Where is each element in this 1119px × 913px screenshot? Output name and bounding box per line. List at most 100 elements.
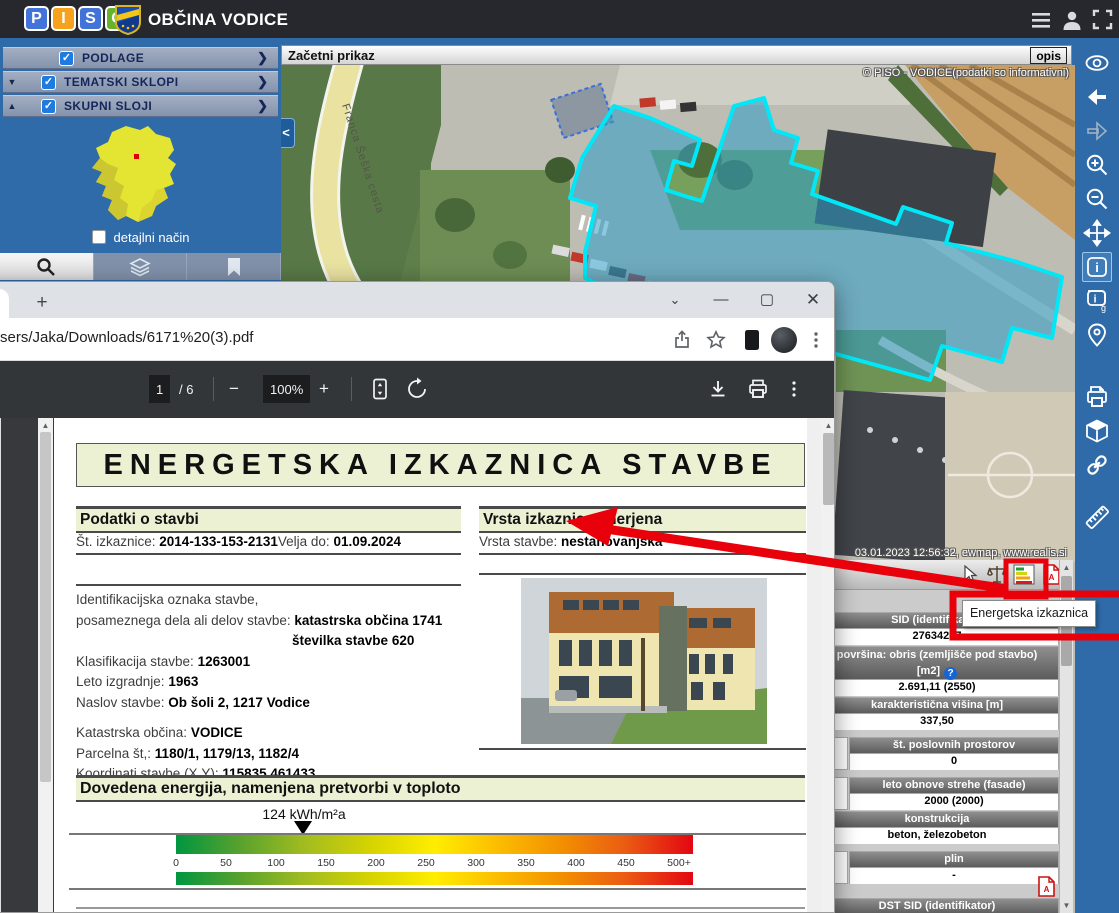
menu-icon[interactable] (1030, 10, 1052, 35)
opis-button[interactable]: opis (1030, 47, 1067, 64)
energy-value-label: 124 kWh/m²a (229, 806, 379, 822)
field-label: plin (849, 851, 1059, 868)
measure-ruler-icon[interactable] (1082, 502, 1112, 532)
rotate-icon[interactable] (405, 375, 429, 403)
share-link-icon[interactable] (1082, 450, 1112, 480)
url-text[interactable]: sers/Jaka/Downloads/6171%20(3).pdf (0, 329, 253, 346)
building-id-block: Identifikacijska oznaka stavbe, posamezn… (76, 590, 476, 785)
user-icon[interactable] (1060, 8, 1084, 37)
tab-bookmark[interactable] (187, 253, 281, 280)
zoom-in-button[interactable]: + (319, 375, 329, 403)
scroll-down-arrow[interactable]: ▼ (1060, 901, 1073, 910)
energy-certificate-icon[interactable] (1013, 564, 1035, 590)
location-pin-icon[interactable] (1082, 320, 1112, 350)
page-count-label: / 6 (179, 375, 193, 403)
3d-view-icon[interactable] (1082, 416, 1112, 446)
svg-text:A: A (1044, 885, 1050, 894)
bookmark-star-icon[interactable] (703, 327, 729, 353)
field-value: 2.691,11 (2550) (815, 680, 1059, 696)
next-view-icon[interactable] (1082, 116, 1112, 146)
app-title: OBČINA VODICE (148, 10, 288, 30)
scrollbar-thumb[interactable] (40, 432, 51, 782)
svg-text:i: i (1095, 260, 1099, 275)
print-map-icon[interactable] (1082, 382, 1112, 412)
detail-mode-label: detajlni način (114, 230, 190, 245)
chevron-right-icon: ❯ (257, 50, 278, 66)
new-tab-button[interactable]: + (29, 290, 55, 316)
pdf-document-icon[interactable]: A (1043, 564, 1059, 590)
svg-text:i: i (1093, 294, 1096, 306)
logo-letter-i: I (51, 6, 76, 31)
tab-search[interactable] (0, 253, 94, 280)
field-value: 0 (849, 754, 1059, 770)
pdf-viewer-content[interactable]: ▲ ▲ ENERGETSKA IZKAZNICA STAVBE Podatki … (1, 418, 835, 913)
info-group-tool-icon[interactable]: ig (1082, 286, 1112, 316)
cursor-select-icon[interactable] (963, 565, 981, 590)
top-bar: PISO OBČINA VODICE (0, 0, 1119, 40)
zoom-out-button[interactable]: − (229, 375, 239, 403)
profile-avatar[interactable] (771, 327, 797, 353)
window-close-button[interactable]: ✕ (797, 285, 829, 315)
zoom-level-value[interactable]: 100% (263, 375, 310, 403)
field-label: karakteristična višina [m] (815, 697, 1059, 714)
expand-triangle-icon[interactable]: ▲ (3, 101, 21, 111)
sidebar-section-skupni[interactable]: ▲ ✓ SKUPNI SLOJI ❯ (3, 95, 278, 117)
scroll-up-arrow[interactable]: ▲ (38, 421, 53, 430)
logo-letter-p: P (24, 6, 49, 31)
checkbox-checked[interactable]: ✓ (41, 75, 56, 90)
scroll-up-arrow[interactable]: ▲ (1060, 563, 1073, 572)
pdf-page: ENERGETSKA IZKAZNICA STAVBE Podatki o st… (54, 418, 807, 913)
sidebar-section-podlage[interactable]: ✓ PODLAGE ❯ (3, 47, 278, 69)
fullscreen-icon[interactable] (1092, 9, 1113, 35)
scroll-up-arrow[interactable]: ▲ (821, 421, 835, 430)
browser-menu-kebab-icon[interactable] (803, 327, 829, 353)
energy-scale-bar-2 (176, 872, 693, 885)
fit-to-page-icon[interactable] (369, 375, 391, 403)
pdf-menu-kebab-icon[interactable] (787, 375, 801, 403)
zoom-in-icon[interactable] (1082, 150, 1112, 180)
overview-mini-map[interactable] (78, 124, 203, 231)
field-label: površina: obris (zemljišče pod stavbo) [… (815, 646, 1059, 680)
field-label: št. poslovnih prostorov (849, 737, 1059, 754)
scrollbar-thumb[interactable] (823, 433, 834, 505)
field-value: 2000 (2000) (849, 794, 1059, 810)
sidebar-section-tematski[interactable]: ▼ ✓ TEMATSKI SKLOPI ❯ (3, 71, 278, 93)
download-icon[interactable] (707, 375, 729, 403)
field-label: konstrukcija (815, 811, 1059, 828)
window-maximize-button[interactable]: ▢ (751, 285, 783, 315)
show-hide-layers-eye-icon[interactable] (1082, 48, 1112, 78)
field-value: beton, železobeton (815, 828, 1059, 844)
map-attribution-bottom: 03.01.2023 12:56:32, ewmap, www.realis.s… (855, 547, 1067, 559)
checkbox-checked[interactable]: ✓ (41, 99, 56, 114)
zoom-out-icon[interactable] (1082, 184, 1112, 214)
sidebar-tabs (0, 253, 281, 280)
pdf-scrollbar[interactable]: ▲ (821, 418, 835, 913)
energy-certificate-tooltip: Energetska izkaznica (962, 600, 1096, 627)
pdf-viewer-toolbar: 1 / 6 − 100% + (0, 361, 835, 418)
tab-layers[interactable] (94, 253, 188, 280)
active-tab[interactable] (0, 289, 9, 318)
pan-icon[interactable] (1082, 218, 1112, 248)
energy-scale-bar (176, 835, 693, 854)
detail-mode-checkbox[interactable] (92, 230, 106, 244)
print-icon[interactable] (747, 375, 769, 403)
logo-letter-s: S (78, 6, 103, 31)
page-number-input[interactable]: 1 (149, 375, 170, 403)
layers-sidebar: ✓ PODLAGE ❯ ▼ ✓ TEMATSKI SKLOPI ❯ ▲ ✓ SK… (0, 40, 281, 282)
collapse-triangle-icon[interactable]: ▼ (3, 77, 21, 87)
window-menu-chevron-icon[interactable]: ⌄ (659, 285, 691, 315)
previous-view-icon[interactable] (1082, 82, 1112, 112)
field-label: DST SID (identifikator) (815, 898, 1059, 913)
browser-url-bar: sers/Jaka/Downloads/6171%20(3).pdf (0, 318, 835, 361)
chevron-right-icon: ❯ (257, 98, 278, 114)
help-icon[interactable]: ? (944, 667, 957, 680)
window-minimize-button[interactable]: — (705, 285, 737, 315)
checkbox-checked[interactable]: ✓ (59, 51, 74, 66)
share-icon[interactable] (669, 327, 695, 353)
side-panel-icon[interactable] (739, 327, 765, 353)
info-tool-icon[interactable]: i (1082, 252, 1112, 282)
legal-scales-icon[interactable] (987, 564, 1007, 591)
energy-scale-ticks: 0 50 100 150 200 250 300 350 400 450 500… (176, 854, 693, 872)
left-scrollbar[interactable]: ▲ (38, 418, 53, 913)
map-view-title: Začetni prikaz (288, 48, 375, 63)
